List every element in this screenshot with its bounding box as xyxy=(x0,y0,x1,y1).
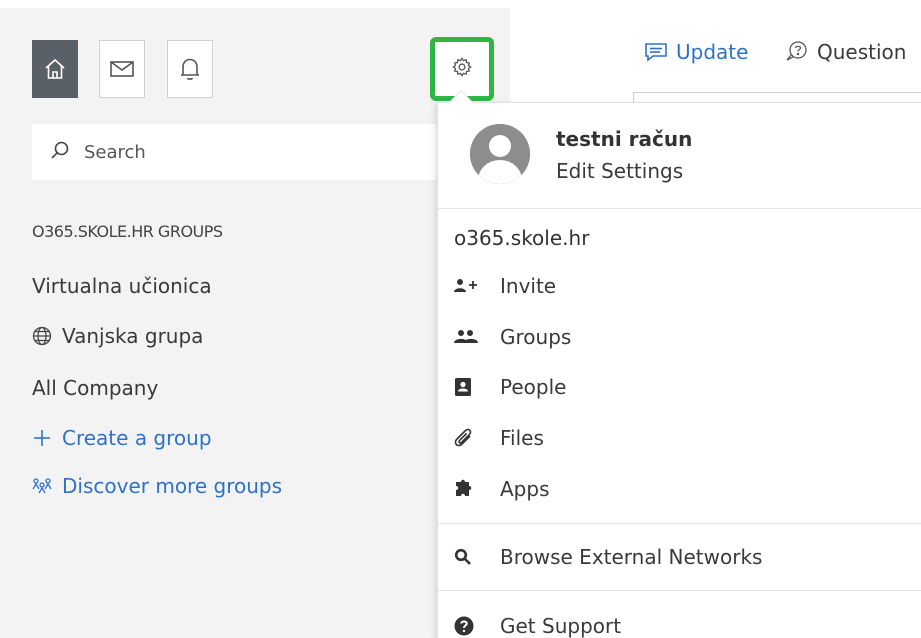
group-virtualna-ucionica[interactable]: Virtualna učionica xyxy=(32,274,212,298)
notifications-button[interactable] xyxy=(167,40,213,98)
menu-item-label: Get Support xyxy=(500,614,622,638)
menu-item-people[interactable]: People xyxy=(454,375,566,399)
create-group-label: Create a group xyxy=(62,426,212,450)
menu-item-label: Apps xyxy=(500,477,550,501)
tab-question[interactable]: Question xyxy=(785,40,906,64)
menu-item-browse-networks[interactable]: Browse External Networks xyxy=(454,545,762,569)
inbox-button[interactable] xyxy=(99,40,145,98)
chat-icon xyxy=(644,42,668,62)
menu-item-files[interactable]: Files xyxy=(454,426,544,450)
question-circle-icon xyxy=(454,616,484,636)
menu-item-apps[interactable]: Apps xyxy=(454,477,550,501)
plus-icon xyxy=(32,428,52,448)
edit-settings-link[interactable]: Edit Settings xyxy=(556,154,692,188)
contact-card-icon xyxy=(454,377,484,397)
profile-name: testni račun xyxy=(556,127,693,151)
puzzle-icon xyxy=(454,478,484,500)
divider xyxy=(437,523,921,524)
menu-item-label: Invite xyxy=(500,274,557,298)
question-bubble-icon xyxy=(785,41,809,63)
divider xyxy=(437,590,921,591)
profile-section[interactable]: testni račun Edit Settings xyxy=(470,124,692,188)
tab-update-label: Update xyxy=(676,40,749,64)
create-group-link[interactable]: Create a group xyxy=(32,426,212,450)
group-icon xyxy=(454,329,484,345)
group-label: Vanjska grupa xyxy=(62,324,204,348)
menu-item-label: People xyxy=(500,375,567,399)
menu-item-groups[interactable]: Groups xyxy=(454,325,571,349)
network-name: o365.skole.hr xyxy=(454,226,590,250)
search-input[interactable]: Search xyxy=(32,124,442,180)
paperclip-icon xyxy=(454,427,484,449)
bell-icon xyxy=(179,56,201,82)
menu-item-invite[interactable]: Invite xyxy=(454,274,556,298)
menu-item-label: Groups xyxy=(500,325,572,349)
globe-icon xyxy=(32,326,52,346)
add-user-icon xyxy=(454,278,484,294)
avatar xyxy=(470,124,530,184)
tab-update[interactable]: Update xyxy=(644,40,748,64)
people-network-icon xyxy=(32,477,52,495)
group-label: Virtualna učionica xyxy=(32,274,212,298)
menu-item-get-support[interactable]: Get Support xyxy=(454,614,621,638)
dropdown-caret xyxy=(449,91,473,103)
search-placeholder: Search xyxy=(84,141,146,163)
divider xyxy=(437,208,921,209)
tab-question-label: Question xyxy=(817,40,907,64)
home-button[interactable] xyxy=(32,40,78,98)
search-icon xyxy=(50,140,70,164)
mail-icon xyxy=(109,59,135,79)
groups-header: O365.SKOLE.HR GROUPS xyxy=(32,222,223,241)
menu-item-label: Files xyxy=(500,426,544,450)
composer-border xyxy=(633,92,921,93)
home-icon xyxy=(43,57,67,81)
menu-item-label: Browse External Networks xyxy=(500,545,763,569)
group-all-company[interactable]: All Company xyxy=(32,376,158,400)
profile-text: testni račun Edit Settings xyxy=(556,124,692,188)
gear-icon xyxy=(451,56,473,82)
search-icon xyxy=(454,548,484,566)
group-label: All Company xyxy=(32,376,159,400)
group-vanjska-grupa[interactable]: Vanjska grupa xyxy=(32,324,203,348)
top-strip xyxy=(0,0,510,8)
discover-groups-label: Discover more groups xyxy=(62,474,282,498)
discover-groups-link[interactable]: Discover more groups xyxy=(32,474,282,498)
